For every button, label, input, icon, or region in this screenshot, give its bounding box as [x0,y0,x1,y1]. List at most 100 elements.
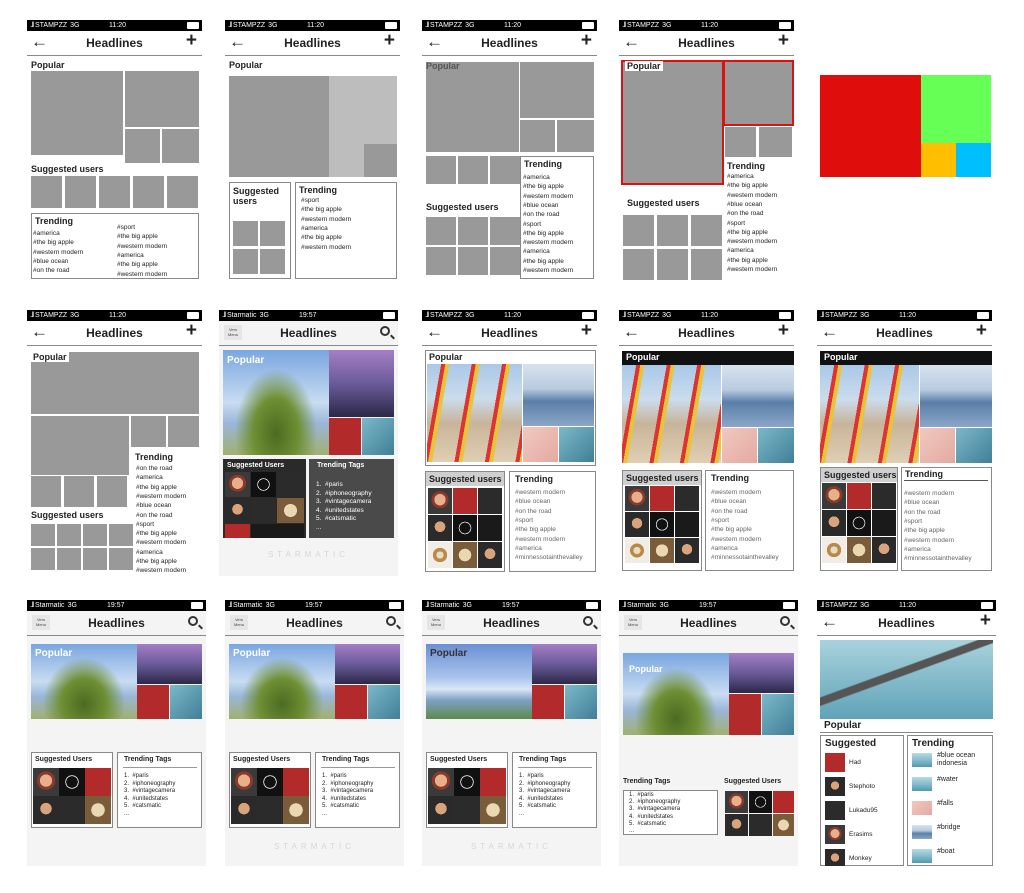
photo-thumbnail[interactable] [257,796,283,824]
photo-thumbnail[interactable] [532,644,597,684]
tag-link[interactable]: #western modern [711,488,761,497]
photo-thumbnail[interactable] [912,849,932,863]
tag-link[interactable]: #on the road [904,508,941,517]
tag-link[interactable]: #america [301,224,328,233]
photo-thumbnail[interactable] [137,685,169,719]
photo-thumbnail[interactable] [912,825,932,839]
tag-link[interactable]: #the big apple [727,181,768,190]
tag-link[interactable]: #america [136,473,163,482]
photo-thumbnail[interactable] [872,537,896,563]
tag-link[interactable]: #america [136,548,163,557]
image-placeholder[interactable] [329,76,397,147]
photo-thumbnail[interactable] [847,510,871,536]
photo-thumbnail[interactable] [650,512,674,537]
photo-thumbnail[interactable] [478,488,502,514]
add-icon[interactable]: + [976,321,987,341]
photo-thumbnail[interactable] [428,515,452,541]
image-placeholder[interactable] [557,120,594,152]
back-arrow-icon[interactable]: ← [426,322,443,342]
photo-thumbnail[interactable] [675,512,699,537]
image-placeholder[interactable] [657,215,688,246]
back-arrow-icon[interactable]: ← [623,32,640,52]
image-placeholder[interactable] [109,548,133,570]
tag-link[interactable]: #sport [515,516,533,525]
tag-link[interactable]: #america [523,247,550,256]
image-placeholder[interactable] [691,249,722,280]
photo-thumbnail[interactable] [825,849,845,866]
photo-thumbnail[interactable] [277,498,304,523]
image-placeholder[interactable] [64,476,94,507]
photo-thumbnail[interactable] [453,488,477,514]
photo-thumbnail[interactable] [872,510,896,536]
add-icon[interactable]: + [186,31,197,51]
photo-thumbnail[interactable] [251,472,276,497]
tag-link[interactable]: #on the road [515,507,552,516]
photo-thumbnail[interactable] [725,814,748,836]
menu-button[interactable]: Vers Menu [427,615,445,630]
photo-thumbnail[interactable] [335,685,367,719]
tag-link[interactable]: #america [523,173,550,182]
photo-thumbnail[interactable] [650,538,674,563]
back-arrow-icon[interactable]: ← [31,322,48,342]
photo-thumbnail[interactable] [277,472,304,497]
menu-button[interactable]: Vers Menu [32,615,50,630]
tag-link[interactable]: 5. #catsmatic [124,802,161,811]
image-placeholder[interactable] [426,62,519,152]
back-arrow-icon[interactable]: ← [426,32,443,52]
tag-link[interactable]: #western modern [301,243,351,252]
image-placeholder[interactable] [83,524,107,546]
image-placeholder[interactable] [458,217,488,245]
tag-link[interactable]: #boat [937,848,989,856]
image-placeholder[interactable] [490,247,520,275]
photo-thumbnail[interactable] [912,801,932,815]
photo-thumbnail[interactable] [251,524,304,538]
image-placeholder[interactable] [109,524,133,546]
photo-thumbnail[interactable] [428,488,452,514]
tag-link[interactable]: #blue ocean [904,498,939,507]
tag-link[interactable]: #the big apple [301,233,342,242]
tag-link[interactable]: 5. #catsmatic [519,802,556,811]
photo-thumbnail[interactable] [847,537,871,563]
image-placeholder[interactable] [57,548,81,570]
tag-link[interactable]: #on the road [727,209,764,218]
photo-thumbnail[interactable] [480,768,506,796]
photo-thumbnail[interactable] [872,483,896,509]
tag-link[interactable]: #western modern [33,248,83,257]
menu-button[interactable]: Vers Menu [230,615,248,630]
photo-thumbnail[interactable] [478,515,502,541]
tag-link[interactable]: #western modern [301,215,351,224]
photo-thumbnail[interactable] [283,768,309,796]
back-arrow-icon[interactable]: ← [821,612,838,632]
photo-thumbnail[interactable] [231,796,257,824]
tag-link[interactable]: #the big apple [523,182,564,191]
tag-link[interactable]: #the big apple [136,483,177,492]
tag-link[interactable]: #western modern [904,536,954,545]
image-placeholder[interactable] [426,217,456,245]
image-placeholder[interactable] [125,71,199,127]
tag-link[interactable]: #the big apple [301,205,342,214]
add-icon[interactable]: + [778,31,789,51]
photo-thumbnail[interactable] [59,796,85,824]
back-arrow-icon[interactable]: ← [229,32,246,52]
tag-link[interactable]: 5. #catsmatic [322,802,359,811]
photo-thumbnail[interactable] [912,753,932,767]
tag-link[interactable]: #sport [727,219,745,228]
image-placeholder[interactable] [260,249,285,274]
tag-link[interactable]: #western modern [523,266,573,275]
menu-button[interactable]: Vers Menu [624,615,642,630]
photo-thumbnail[interactable] [85,796,111,824]
tag-link[interactable]: #blue ocean indonesia [937,752,989,768]
add-icon[interactable]: + [581,31,592,51]
tag-link[interactable]: #the big apple [523,257,564,266]
photo-thumbnail[interactable] [480,796,506,824]
user-name[interactable]: Monkey [849,854,872,863]
photo-thumbnail[interactable] [822,510,846,536]
tag-link[interactable]: #sport [301,196,319,205]
tag-link[interactable]: #blue ocean [727,200,762,209]
image-placeholder[interactable] [725,127,756,157]
image-placeholder[interactable] [99,176,130,208]
tag-link[interactable]: #western modern [515,488,565,497]
tag-link[interactable]: #the big apple [33,238,74,247]
image-placeholder[interactable] [167,176,198,208]
image-placeholder[interactable] [125,129,160,163]
